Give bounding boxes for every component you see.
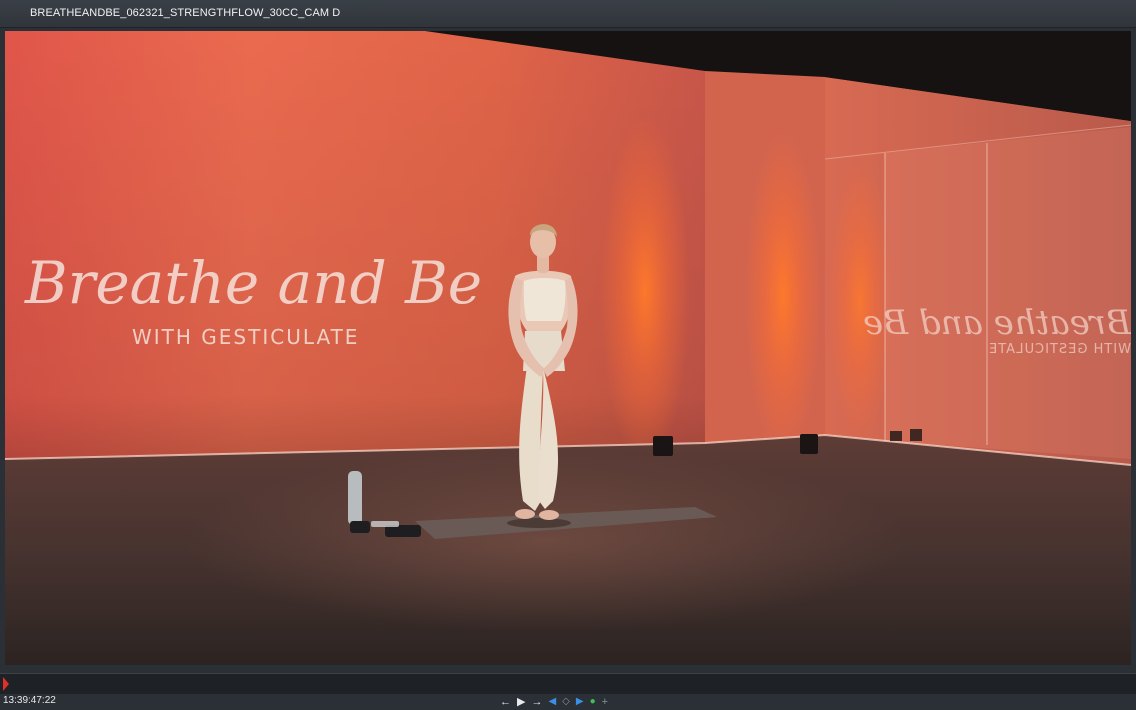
mirror-logo-subtitle: WITH GESTICULATE — [988, 342, 1131, 357]
floor-light-left — [653, 436, 673, 456]
floor-light-right — [800, 434, 818, 454]
wall-logo-subtitle: WITH GESTICULATE — [132, 325, 359, 349]
next-frame-button[interactable]: → — [531, 694, 542, 710]
water-bottle — [348, 471, 362, 525]
transport-bar: 13:39:47:22 ← ▶ → ◀ ◇ ▶ ● + — [0, 694, 1136, 710]
mark-in-button[interactable]: ◀ — [548, 694, 556, 710]
playhead-icon[interactable] — [3, 677, 9, 691]
dumbbell — [350, 521, 370, 533]
mirror-logo-script: Breathe and Be — [863, 303, 1131, 343]
title-bar: BREATHEANDBE_062321_STRENGTHFLOW_30CC_CA… — [0, 0, 1136, 28]
video-frame: Breathe and Be WITH GESTICULATE Breathe … — [5, 31, 1131, 665]
add-button[interactable]: + — [602, 694, 608, 710]
mark-out-button[interactable]: ▶ — [576, 694, 584, 710]
window-title: BREATHEANDBE_062321_STRENGTHFLOW_30CC_CA… — [30, 7, 341, 19]
mark-diamond-button[interactable]: ◇ — [562, 694, 570, 710]
timecode: 13:39:47:22 — [3, 695, 56, 706]
video-viewer[interactable]: Breathe and Be WITH GESTICULATE Breathe … — [5, 31, 1131, 665]
prev-frame-button[interactable]: ← — [500, 694, 511, 710]
transport-controls: ← ▶ → ◀ ◇ ▶ ● + — [500, 694, 608, 710]
marker-button[interactable]: ● — [590, 694, 596, 710]
wall-logo-script: Breathe and Be — [24, 249, 482, 317]
play-button[interactable]: ▶ — [517, 694, 525, 710]
timeline-scrubber[interactable] — [0, 673, 1136, 695]
